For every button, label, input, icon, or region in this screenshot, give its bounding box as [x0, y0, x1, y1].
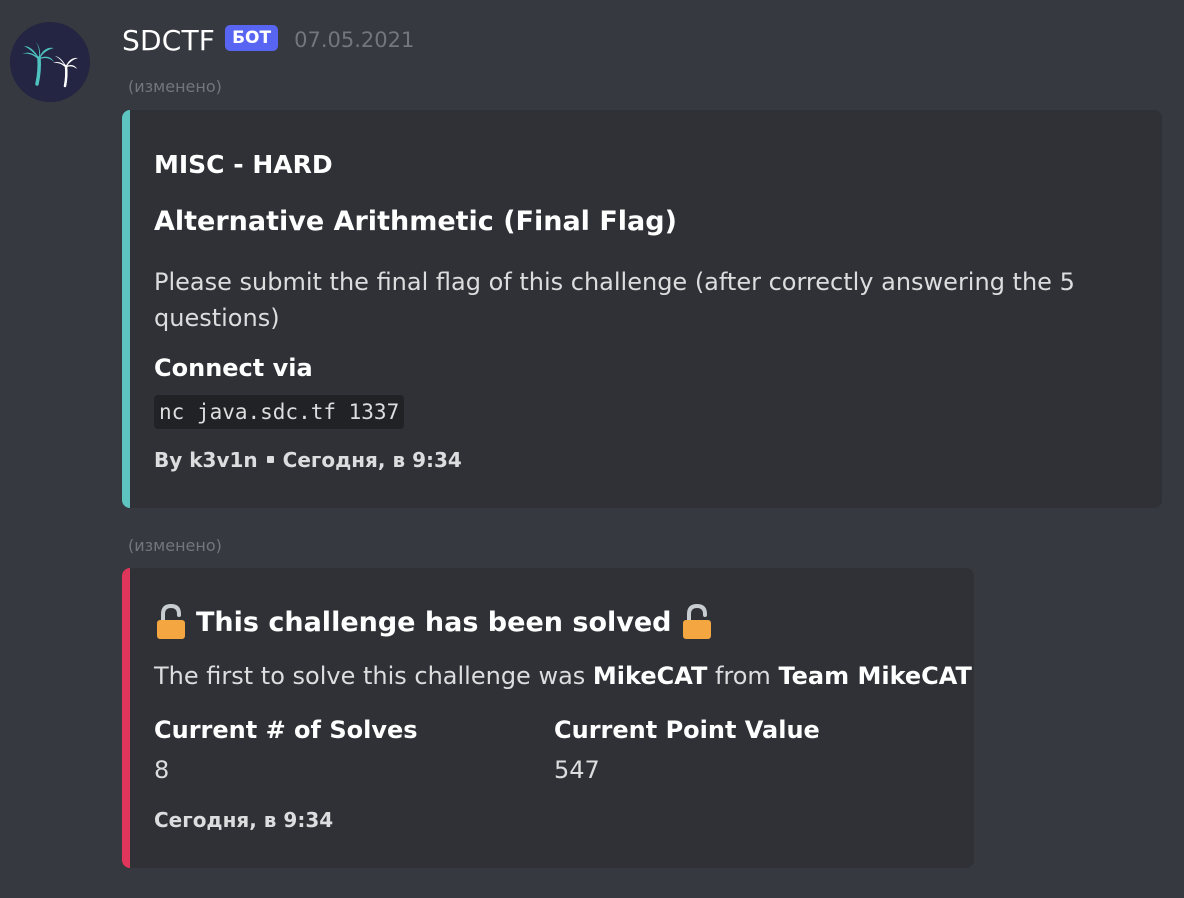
connect-field-name: Connect via [154, 354, 313, 382]
team-name: Team MikeCAT [778, 662, 972, 690]
solved-title-text: This challenge has been solved [196, 606, 672, 638]
embed-accent-bar [122, 568, 130, 868]
desc-text: The first to solve this challenge was [154, 662, 593, 690]
footer-separator [266, 456, 274, 463]
desc-text: from [707, 662, 779, 690]
chat-message: SDCTF БОТ 07.05.2021 (изменено) MISC - H… [0, 0, 1184, 898]
embed-author: MISC - HARD [154, 150, 333, 179]
embed-footer-time: Сегодня, в 9:34 [154, 808, 334, 832]
embed-description: Please submit the final flag of this cha… [154, 268, 1075, 332]
field-name-solves: Current # of Solves [154, 716, 418, 744]
connect-code: nc java.sdc.tf 1337 [154, 395, 405, 429]
avatar[interactable] [10, 22, 90, 102]
bot-tag: БОТ [225, 25, 279, 51]
edited-label: (изменено) [128, 536, 222, 555]
username[interactable]: SDCTF [122, 24, 215, 57]
message-header: SDCTF БОТ 07.05.2021 [122, 20, 414, 60]
unlocked-lock-icon [682, 603, 711, 639]
edited-label: (изменено) [128, 77, 222, 96]
embed-accent-bar [122, 110, 130, 508]
embed-title: Alternative Arithmetic (Final Flag) [154, 206, 677, 237]
embed-footer: By k3v1n Сегодня, в 9:34 [154, 448, 462, 472]
footer-time: Сегодня, в 9:34 [282, 448, 462, 472]
field-value-solves: 8 [154, 756, 170, 784]
message-timestamp: 07.05.2021 [294, 28, 415, 52]
palm-trees-icon [22, 42, 78, 88]
field-name-points: Current Point Value [554, 716, 820, 744]
unlocked-lock-icon [157, 603, 185, 639]
solved-description: The first to solve this challenge was Mi… [154, 662, 972, 690]
solved-title: This challenge has been solved [154, 603, 714, 641]
solver-name: MikeCAT [592, 662, 708, 690]
field-value-points: 547 [554, 756, 600, 784]
footer-author: By k3v1n [154, 448, 258, 472]
